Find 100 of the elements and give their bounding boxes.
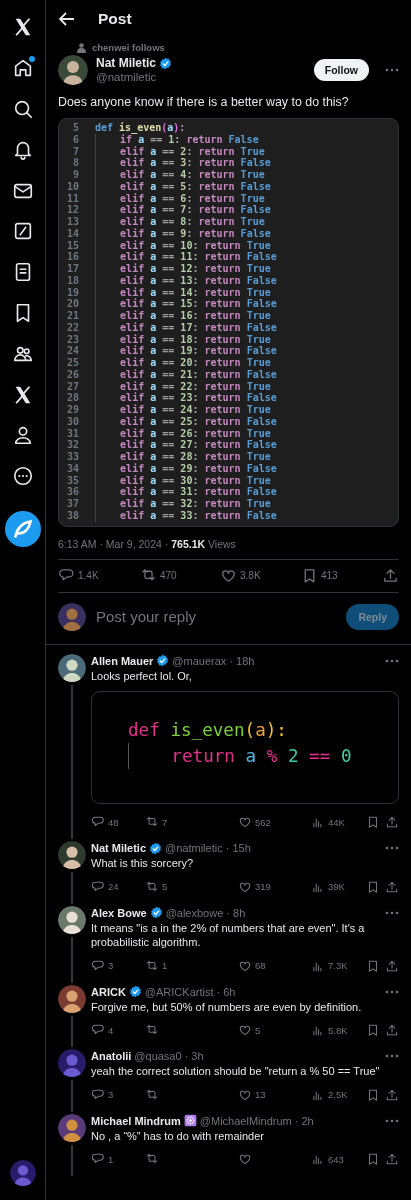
repost-button[interactable]: 470 — [140, 567, 220, 584]
line-number: 18 — [65, 274, 79, 287]
code-line: def is_even(a): — [128, 719, 288, 742]
avatar[interactable] — [58, 984, 86, 1013]
code-line: elif a == 33: return False — [95, 509, 277, 522]
share-button[interactable] — [385, 879, 399, 894]
bookmark-button[interactable]: 413 — [301, 567, 382, 584]
views-button[interactable]: 5.8K — [311, 1023, 361, 1037]
post-text: Does anyone know if there is a better way to do this? — [58, 95, 350, 109]
code-line: elif a == 17: return False — [95, 321, 277, 334]
repost-icon — [145, 1023, 159, 1037]
author-name[interactable]: Anatolii — [91, 1050, 132, 1062]
more-icon[interactable] — [385, 658, 399, 663]
comment-icon — [91, 1023, 105, 1037]
line-number: 14 — [65, 227, 79, 240]
bookmark-button[interactable] — [366, 1087, 380, 1102]
reply-button[interactable]: 1.4K — [58, 567, 140, 584]
share-button[interactable] — [385, 1023, 399, 1037]
reply-button[interactable]: 24 — [91, 879, 140, 894]
more-icon[interactable] — [385, 989, 399, 994]
more-icon[interactable] — [385, 910, 399, 915]
line-number: 25 — [65, 357, 79, 369]
repost-button[interactable]: 7 — [145, 815, 233, 829]
bookmark-button[interactable] — [366, 1152, 380, 1166]
heart-icon — [220, 567, 237, 584]
avatar[interactable] — [58, 55, 88, 85]
share-icon — [385, 1152, 399, 1166]
line-number: 21 — [65, 310, 79, 322]
reply-button[interactable]: 48 — [91, 815, 140, 829]
code-line: elif a == 19: return False — [95, 345, 277, 357]
heart-icon — [238, 1152, 252, 1166]
avatar[interactable] — [58, 653, 86, 682]
reply-meta: @alexbowe · 8h — [165, 906, 246, 919]
avatar[interactable] — [58, 1113, 86, 1142]
share-button[interactable] — [385, 1152, 399, 1166]
like-button[interactable]: 5 — [238, 1023, 306, 1037]
comment-icon — [91, 1087, 105, 1102]
line-number: 30 — [65, 415, 79, 428]
follow-button[interactable]: Follow — [313, 59, 369, 81]
share-button[interactable] — [382, 567, 399, 584]
views-button[interactable]: 643 — [311, 1152, 361, 1166]
bookmark-icon — [366, 879, 380, 894]
line-number: 32 — [65, 439, 79, 451]
line-number: 34 — [65, 462, 79, 475]
views-button[interactable]: 2.5K — [311, 1087, 361, 1102]
code-line: elif a == 11: return False — [95, 251, 277, 263]
share-button[interactable] — [385, 815, 399, 829]
more-icon[interactable] — [385, 68, 399, 72]
more-icon[interactable] — [385, 1054, 399, 1058]
reply-text: yeah the correct solution should be "return a % 50 == True" — [91, 1064, 381, 1079]
reply-button[interactable]: 4 — [91, 1023, 140, 1037]
reply-text: What is this sorcery? — [91, 856, 195, 871]
avatar[interactable] — [58, 905, 86, 934]
reply-button[interactable]: 3 — [91, 1087, 140, 1102]
like-button[interactable]: 13 — [238, 1087, 306, 1102]
line-number: 19 — [65, 286, 79, 299]
more-icon[interactable] — [385, 846, 399, 850]
code-line: if a == 1: return False — [95, 133, 259, 146]
author-name[interactable]: ARICK — [91, 985, 126, 998]
line-number: 6 — [71, 133, 79, 146]
bookmark-button[interactable] — [366, 879, 380, 894]
code-line: elif a == 22: return True — [95, 380, 271, 393]
line-number: 24 — [65, 345, 79, 357]
page-title: Post — [98, 10, 132, 28]
reply-button[interactable]: 3 — [91, 958, 140, 973]
share-button[interactable] — [385, 958, 399, 973]
like-button[interactable]: 3.8K — [220, 567, 301, 584]
share-icon — [385, 1023, 399, 1037]
author-name[interactable]: Allen Mauer — [91, 654, 154, 667]
like-button[interactable]: 68 — [238, 958, 306, 973]
bookmark-button[interactable] — [366, 1023, 380, 1037]
author-name[interactable]: Alex Bowe — [91, 906, 147, 919]
views-button[interactable]: 7.3K — [311, 958, 361, 973]
author-name[interactable]: Nat Miletic — [96, 56, 156, 70]
code-line: elif a == 12: return True — [95, 263, 271, 275]
author-handle[interactable]: @natmiletic — [96, 70, 306, 84]
share-button[interactable] — [385, 1087, 399, 1102]
compose-button[interactable] — [4, 510, 41, 547]
code-line: elif a == 18: return True — [95, 333, 271, 346]
bookmark-icon — [366, 1152, 380, 1166]
more-icon[interactable] — [385, 1118, 399, 1123]
line-number: 15 — [65, 239, 79, 252]
repost-button[interactable]: 1 — [145, 958, 233, 973]
views-button[interactable]: 44K — [311, 815, 361, 829]
author-name[interactable]: Nat Miletic — [91, 842, 146, 854]
views-button[interactable]: 39K — [311, 879, 361, 894]
more-circle-icon[interactable] — [11, 465, 34, 488]
back-arrow-icon[interactable] — [59, 12, 75, 26]
bookmark-button[interactable] — [366, 958, 380, 973]
repost-button[interactable]: 5 — [145, 879, 233, 894]
repost-icon — [145, 1087, 159, 1102]
line-number: 11 — [65, 192, 79, 205]
author-name[interactable]: Michael Mindrum — [91, 1114, 181, 1127]
avatar[interactable] — [58, 841, 86, 869]
code-line: elif a == 15: return False — [95, 298, 277, 310]
reply-button[interactable]: 1 — [91, 1152, 140, 1166]
reply-meta: @mauerax · 18h — [172, 654, 255, 667]
like-button[interactable]: 319 — [238, 879, 306, 894]
like-button[interactable]: 562 — [238, 815, 306, 829]
bookmark-button[interactable] — [366, 815, 380, 829]
